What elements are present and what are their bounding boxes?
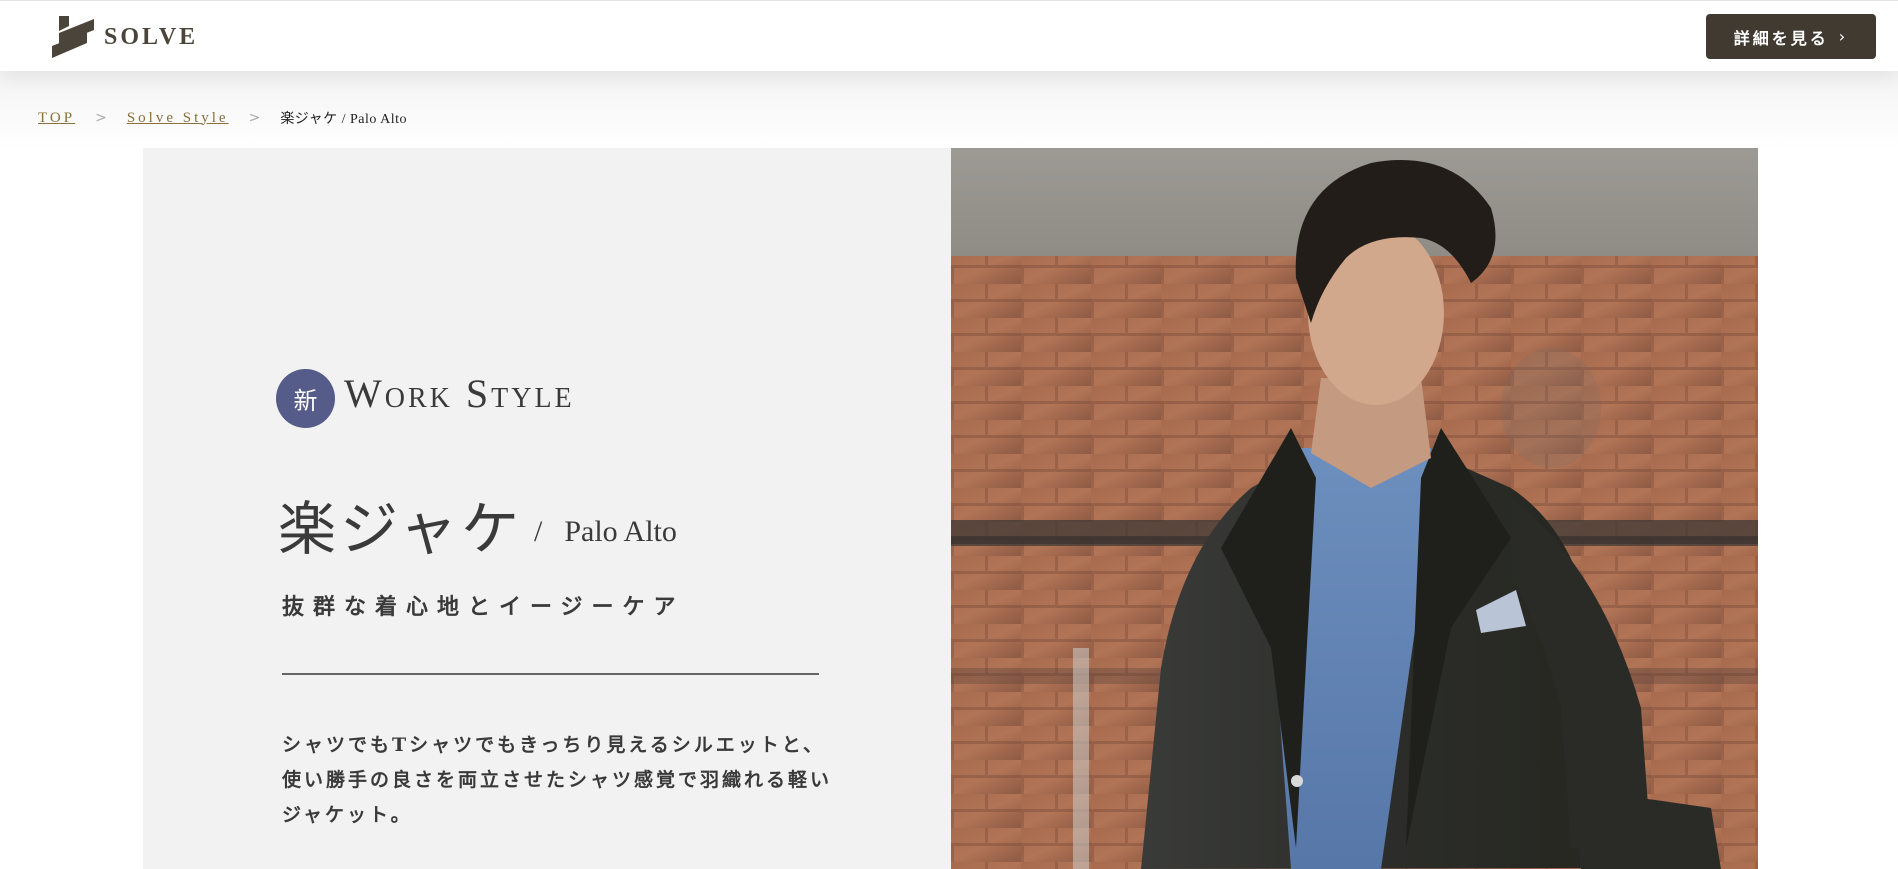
breadcrumb-current: 楽ジャケ / Palo Alto [280, 112, 408, 127]
chevron-right-icon: › [1838, 27, 1849, 46]
solve-logo[interactable]: SOLVE [50, 14, 198, 60]
product-description: シャツでもTシャツでもきっちり見えるシルエットと、 使い勝手の良さを両立させたシ… [282, 728, 842, 833]
breadcrumb-separator: > [95, 110, 107, 126]
detail-button[interactable]: 詳細を見る › [1706, 14, 1876, 59]
description-line: シャツでもTシャツでもきっちり見えるシルエットと、 [282, 734, 826, 756]
hero-image [951, 148, 1758, 869]
title-slash: / [534, 515, 543, 548]
product-subtitle: / Palo Alto [534, 515, 677, 549]
divider [282, 673, 819, 675]
logo-text: SOLVE [104, 23, 199, 50]
breadcrumb-link-solve-style[interactable]: Solve Style [127, 110, 229, 127]
product-tagline: 抜群な着心地とイージーケア [282, 594, 685, 620]
breadcrumb: TOP > Solve Style > 楽ジャケ / Palo Alto [0, 70, 1898, 148]
hero-photo-illustration [951, 148, 1758, 869]
site-header: SOLVE 詳細を見る › [0, 0, 1898, 71]
description-line: 使い勝手の良さを両立させたシャツ感覚で羽織れる軽い [282, 769, 833, 791]
product-subtitle-text: Palo Alto [564, 515, 677, 548]
breadcrumb-separator: > [248, 110, 261, 126]
breadcrumb-link-top[interactable]: TOP [38, 110, 75, 127]
solve-logo-icon [52, 16, 94, 58]
product-title: 楽ジャケ [278, 495, 524, 563]
category-heading: Work Style [344, 371, 575, 416]
description-line: ジャケット。 [282, 804, 413, 826]
new-badge: 新 [276, 369, 335, 428]
detail-button-label: 詳細を見る [1733, 28, 1829, 48]
